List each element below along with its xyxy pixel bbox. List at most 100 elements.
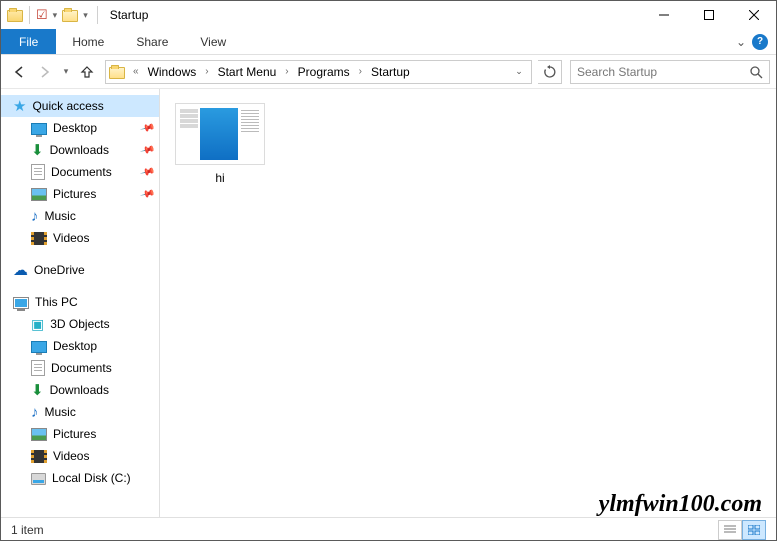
icons-view-button[interactable]: [742, 520, 766, 540]
sidebar-item-label: Documents: [51, 165, 112, 179]
sidebar-item-label: Videos: [53, 231, 89, 245]
sidebar-item-local-disk[interactable]: Local Disk (C:): [1, 467, 159, 489]
breadcrumb-segment[interactable]: Start Menu: [214, 65, 281, 79]
properties-icon[interactable]: ☑: [36, 7, 48, 23]
sidebar-item-music[interactable]: ♪ Music: [1, 205, 159, 227]
chevron-right-icon[interactable]: ›: [354, 66, 367, 77]
sidebar-item-label: Local Disk (C:): [52, 471, 131, 485]
tab-home[interactable]: Home: [56, 29, 120, 54]
status-text: 1 item: [11, 523, 44, 537]
desktop-icon: [31, 341, 47, 353]
refresh-button[interactable]: [538, 60, 562, 84]
sidebar-item-videos[interactable]: Videos: [1, 445, 159, 467]
program-thumb-icon: [175, 103, 265, 165]
separator: [97, 6, 98, 24]
tab-view[interactable]: View: [184, 29, 242, 54]
content-pane[interactable]: hi: [160, 89, 776, 517]
recent-locations-button[interactable]: ▾: [59, 60, 73, 84]
sidebar-item-documents[interactable]: Documents: [1, 357, 159, 379]
sidebar-item-label: Downloads: [50, 143, 109, 157]
file-item[interactable]: hi: [170, 99, 270, 189]
file-label: hi: [215, 171, 224, 185]
videos-icon: [31, 450, 47, 463]
search-input[interactable]: Search Startup: [570, 60, 770, 84]
close-button[interactable]: [731, 1, 776, 29]
music-icon: ♪: [31, 404, 39, 421]
this-pc-group: This PC ▣ 3D Objects Desktop Documents ⬇…: [1, 291, 159, 489]
dropdown-icon[interactable]: ▾: [50, 10, 61, 21]
sidebar-item-3d-objects[interactable]: ▣ 3D Objects: [1, 313, 159, 335]
cloud-icon: ☁: [13, 261, 28, 279]
minimize-button[interactable]: [641, 1, 686, 29]
sidebar-item-this-pc[interactable]: This PC: [1, 291, 159, 313]
sidebar-item-music[interactable]: ♪ Music: [1, 401, 159, 423]
star-icon: ★: [13, 97, 26, 115]
statusbar: 1 item: [1, 517, 776, 541]
window-title: Startup: [110, 8, 149, 22]
sidebar-item-documents[interactable]: Documents 📌: [1, 161, 159, 183]
sidebar-item-desktop[interactable]: Desktop 📌: [1, 117, 159, 139]
address-dropdown-icon[interactable]: ⌄: [510, 66, 528, 77]
ribbon: File Home Share View ⌄ ?: [1, 29, 776, 55]
sidebar-item-downloads[interactable]: ⬇ Downloads 📌: [1, 139, 159, 161]
sidebar-item-label: OneDrive: [34, 263, 85, 277]
sidebar-item-label: Desktop: [53, 339, 97, 353]
sidebar-item-pictures[interactable]: Pictures: [1, 423, 159, 445]
search-icon[interactable]: [749, 65, 763, 79]
address-bar[interactable]: « Windows › Start Menu › Programs › Star…: [105, 60, 532, 84]
sidebar-item-downloads[interactable]: ⬇ Downloads: [1, 379, 159, 401]
navbar: ▾ « Windows › Start Menu › Programs › St…: [1, 55, 776, 89]
download-icon: ⬇: [31, 141, 44, 159]
sidebar[interactable]: ★ Quick access Desktop 📌 ⬇ Downloads 📌 D…: [1, 89, 160, 517]
help-icon[interactable]: ?: [752, 34, 768, 50]
pin-icon: 📌: [139, 120, 155, 136]
pictures-icon: [31, 188, 47, 201]
sidebar-item-label: Pictures: [53, 427, 96, 441]
folder-icon[interactable]: [7, 10, 23, 22]
sidebar-item-quick-access[interactable]: ★ Quick access: [1, 95, 159, 117]
sidebar-item-pictures[interactable]: Pictures 📌: [1, 183, 159, 205]
sidebar-item-label: Downloads: [50, 383, 109, 397]
dropdown-icon[interactable]: ▾: [80, 10, 91, 21]
chevron-right-icon[interactable]: ›: [280, 66, 293, 77]
folder-icon: [109, 67, 125, 79]
sidebar-item-videos[interactable]: Videos: [1, 227, 159, 249]
details-view-button[interactable]: [718, 520, 742, 540]
tab-share[interactable]: Share: [120, 29, 184, 54]
window-controls: [641, 1, 776, 29]
quick-access-group: ★ Quick access Desktop 📌 ⬇ Downloads 📌 D…: [1, 95, 159, 249]
chevron-right-icon[interactable]: «: [128, 66, 144, 77]
disk-icon: [31, 473, 46, 485]
music-icon: ♪: [31, 208, 39, 225]
up-button[interactable]: [75, 60, 99, 84]
sidebar-item-desktop[interactable]: Desktop: [1, 335, 159, 357]
sidebar-item-label: Desktop: [53, 121, 97, 135]
pictures-icon: [31, 428, 47, 441]
pin-icon: 📌: [139, 164, 155, 180]
cube-icon: ▣: [31, 316, 44, 333]
back-button[interactable]: [7, 60, 31, 84]
sidebar-item-label: Quick access: [32, 99, 103, 113]
sidebar-item-label: 3D Objects: [50, 317, 109, 331]
breadcrumb-segment[interactable]: Programs: [294, 65, 354, 79]
view-toggle: [718, 520, 766, 540]
separator: [29, 6, 30, 24]
documents-icon: [31, 164, 45, 180]
sidebar-item-onedrive[interactable]: ☁ OneDrive: [1, 259, 159, 281]
sidebar-item-label: Documents: [51, 361, 112, 375]
forward-button[interactable]: [33, 60, 57, 84]
desktop-icon: [31, 123, 47, 135]
onedrive-group: ☁ OneDrive: [1, 259, 159, 281]
file-tab[interactable]: File: [1, 29, 56, 54]
sidebar-item-label: Music: [45, 209, 76, 223]
sidebar-item-label: Music: [45, 405, 76, 419]
breadcrumb-segment[interactable]: Startup: [367, 65, 414, 79]
chevron-right-icon[interactable]: ›: [200, 66, 213, 77]
sidebar-item-label: This PC: [35, 295, 78, 309]
videos-icon: [31, 232, 47, 245]
breadcrumb-segment[interactable]: Windows: [144, 65, 201, 79]
maximize-button[interactable]: [686, 1, 731, 29]
pin-icon: 📌: [139, 186, 155, 202]
folder-open-icon[interactable]: [62, 10, 78, 22]
expand-ribbon-icon[interactable]: ⌄: [736, 35, 746, 49]
